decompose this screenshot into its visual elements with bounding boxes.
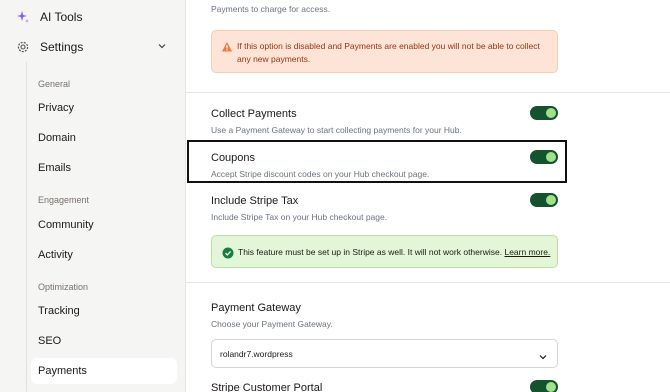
chevron-down-icon [538, 349, 548, 360]
collect-payments-desc: Use a Payment Gateway to start collectin… [211, 125, 462, 135]
stripe-tax-title: Include Stripe Tax [211, 195, 299, 207]
sidebar-item-label: Settings [40, 40, 84, 54]
sidebar-item-domain[interactable]: Domain [38, 132, 76, 144]
payment-gateway-title: Payment Gateway [211, 302, 301, 314]
selected-gateway: rolandr7.wordpress [220, 349, 293, 359]
collect-payments-toggle[interactable] [530, 106, 558, 120]
warning-text: If this option is disabled and Payments … [237, 41, 540, 64]
sidebar-item-emails[interactable]: Emails [38, 162, 71, 174]
coupons-title: Coupons [211, 152, 256, 164]
sidebar-item-payments[interactable]: Payments [31, 358, 177, 384]
warning-icon [221, 40, 233, 52]
toggle-knob [546, 382, 556, 392]
chevron-down-icon[interactable] [156, 40, 168, 52]
group-label-general: General [38, 79, 71, 89]
info-banner: This feature must be set up in Stripe as… [211, 235, 558, 268]
payments-settings-panel: Payments to charge for access. If this o… [186, 0, 670, 392]
collect-payments-title: Collect Payments [211, 108, 297, 120]
toggle-knob [546, 108, 556, 118]
info-message: This feature must be set up in Stripe as… [238, 247, 503, 257]
group-label-optimization: Optimization [38, 282, 89, 292]
payment-gateway-select[interactable]: rolandr7.wordpress [211, 339, 558, 368]
sidebar-item-tracking[interactable]: Tracking [38, 305, 80, 317]
sidebar-item-settings[interactable]: Settings [16, 38, 172, 56]
sparkle-icon [16, 10, 30, 24]
warning-banner: If this option is disabled and Payments … [211, 30, 558, 73]
info-text: This feature must be set up in Stripe as… [238, 247, 550, 257]
payment-gateway-desc: Choose your Payment Gateway. [211, 319, 333, 329]
customer-portal-title: Stripe Customer Portal [211, 382, 323, 392]
toggle-knob [546, 195, 556, 205]
customer-portal-toggle[interactable] [530, 380, 558, 392]
coupons-toggle[interactable] [530, 150, 558, 164]
coupons-desc: Accept Stripe discount codes on your Hub… [211, 169, 430, 179]
group-label-engagement: Engagement [38, 195, 90, 205]
sidebar-item-community[interactable]: Community [38, 219, 94, 231]
sidebar-item-ai-tools[interactable]: AI Tools [16, 10, 82, 24]
sidebar-item-seo[interactable]: SEO [38, 335, 61, 347]
divider [186, 92, 670, 93]
stripe-tax-desc: Include Stripe Tax on your Hub checkout … [211, 212, 388, 222]
check-circle-icon [222, 246, 234, 259]
learn-more-link[interactable]: Learn more. [504, 247, 550, 257]
sidebar-item-activity[interactable]: Activity [38, 249, 73, 261]
sidebar-item-label: AI Tools [40, 10, 83, 24]
nav-tree-line [26, 62, 27, 392]
toggle-knob [546, 152, 556, 162]
section-description: Payments to charge for access. [211, 4, 331, 14]
sidebar: AI Tools Settings General Privacy Domain… [0, 0, 186, 392]
sidebar-item-label: Payments [38, 365, 87, 377]
sidebar-item-privacy[interactable]: Privacy [38, 102, 74, 114]
divider [186, 282, 670, 283]
gear-icon [16, 40, 30, 54]
stripe-tax-toggle[interactable] [530, 193, 558, 207]
